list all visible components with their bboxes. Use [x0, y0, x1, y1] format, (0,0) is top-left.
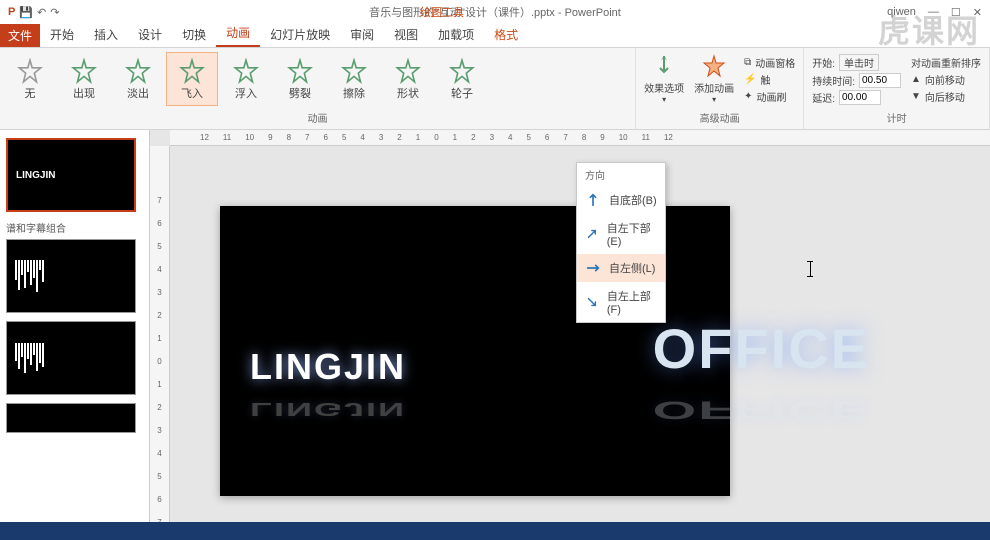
effect-options-dropdown: 方向 自底部(B)自左下部(E)自左侧(L)自左上部(F) — [576, 162, 666, 323]
duration-label: 持续时间: — [812, 73, 855, 88]
effect-options-icon — [652, 54, 676, 78]
tab-slideshow[interactable]: 幻灯片放映 — [260, 22, 340, 47]
animation-option[interactable]: 形状 — [382, 52, 434, 106]
star-icon — [340, 57, 368, 85]
tab-format[interactable]: 格式 — [484, 22, 528, 47]
animation-option[interactable]: 无 — [4, 52, 56, 106]
start-label: 开始: — [812, 55, 835, 70]
maximize-icon[interactable]: ☐ — [951, 6, 961, 19]
animation-option[interactable]: 淡出 — [112, 52, 164, 106]
star-icon — [178, 57, 206, 85]
slide-thumbnail[interactable]: LINGJIN — [6, 138, 136, 212]
undo-icon[interactable]: ↶ — [37, 6, 46, 19]
close-icon[interactable]: ✕ — [973, 6, 982, 19]
slide-thumbnail-panel[interactable]: LINGJIN 谱和字幕组合 — [0, 130, 150, 522]
animation-option[interactable]: 擦除 — [328, 52, 380, 106]
animation-option[interactable]: 劈裂 — [274, 52, 326, 106]
animation-painter-button[interactable]: ✦ 动画刷 — [744, 89, 795, 104]
delay-label: 延迟: — [812, 90, 835, 105]
slide-text-office[interactable]: OFFICE — [653, 316, 870, 381]
animation-pane-button[interactable]: ⧉ 动画窗格 — [744, 55, 795, 70]
save-icon[interactable]: 💾 — [19, 6, 33, 19]
tab-transitions[interactable]: 切换 — [172, 22, 216, 47]
dropdown-item[interactable]: 自左侧(L) — [577, 254, 665, 282]
tab-addins[interactable]: 加载项 — [428, 22, 484, 47]
redo-icon[interactable]: ↷ — [50, 6, 59, 19]
star-icon — [394, 57, 422, 85]
horizontal-ruler: 1211109876543210123456789101112 — [170, 130, 990, 146]
star-icon — [124, 57, 152, 85]
minimize-icon[interactable]: — — [928, 6, 939, 18]
dropdown-item[interactable]: 自底部(B) — [577, 186, 665, 214]
dropdown-item[interactable]: 自左下部(E) — [577, 214, 665, 254]
slide-text-lingjin[interactable]: LINGJIN — [250, 346, 406, 388]
duration-input[interactable] — [859, 73, 901, 88]
tab-insert[interactable]: 插入 — [84, 22, 128, 47]
bars-graphic — [15, 260, 44, 292]
slide-editor[interactable]: 1211109876543210123456789101112 76543210… — [150, 130, 990, 522]
qat: P 💾 ↶ ↷ — [0, 6, 59, 19]
tab-review[interactable]: 审阅 — [340, 22, 384, 47]
text-cursor — [810, 261, 811, 277]
star-icon — [286, 57, 314, 85]
arrow-up-icon — [585, 192, 601, 208]
arrow-upright-icon — [585, 226, 599, 242]
star-icon — [232, 57, 260, 85]
slide-thumbnail[interactable] — [6, 403, 136, 433]
title-bar: P 💾 ↶ ↷ 音乐与图形的"互动"设计（课件）.pptx - PowerPoi… — [0, 0, 990, 24]
powerpoint-icon: P — [8, 6, 15, 19]
dropdown-item[interactable]: 自左上部(F) — [577, 282, 665, 322]
slide-thumbnail[interactable] — [6, 239, 136, 313]
contextual-tab-label: 绘图工具 — [420, 4, 464, 20]
animation-option[interactable]: 轮子 — [436, 52, 488, 106]
group-label-advanced: 高级动画 — [640, 108, 799, 127]
group-label-timing: 计时 — [808, 108, 985, 127]
trigger-button[interactable]: ⚡ 触 — [744, 72, 795, 87]
arrow-downright-icon — [585, 294, 599, 310]
dropdown-header: 方向 — [577, 163, 665, 186]
animation-option[interactable]: 飞入 — [166, 52, 218, 106]
star-icon — [448, 57, 476, 85]
reorder-label: 对动画重新排序 — [911, 55, 981, 70]
ribbon-tabs: 文件 开始 插入 设计 切换 动画 幻灯片放映 审阅 视图 加载项 格式 — [0, 24, 990, 48]
delay-input[interactable] — [839, 90, 881, 105]
star-icon — [70, 57, 98, 85]
star-icon — [16, 57, 44, 85]
bars-graphic — [15, 343, 44, 373]
ribbon: 无出现淡出飞入浮入劈裂擦除形状轮子 动画 效果选项 ▾ 添加动画 ▾ ⧉ 动画窗… — [0, 48, 990, 130]
animation-option[interactable]: 浮入 — [220, 52, 272, 106]
group-label-animation: 动画 — [4, 108, 631, 127]
effect-options-button[interactable]: 效果选项 ▾ — [640, 50, 688, 108]
arrow-right-icon — [585, 260, 601, 276]
user-name[interactable]: qiwen — [887, 6, 916, 18]
file-tab[interactable]: 文件 — [0, 23, 40, 47]
workspace: LINGJIN 谱和字幕组合 1211109876543210123456789… — [0, 130, 990, 522]
animation-option[interactable]: 出现 — [58, 52, 110, 106]
window-title: 音乐与图形的"互动"设计（课件）.pptx - PowerPoint — [369, 4, 621, 20]
move-later-button[interactable]: ▼ 向后移动 — [911, 89, 981, 104]
thumb-text: LINGJIN — [16, 170, 55, 181]
tab-design[interactable]: 设计 — [128, 22, 172, 47]
move-earlier-button[interactable]: ▲ 向前移动 — [911, 72, 981, 87]
status-bar — [0, 522, 990, 540]
tab-view[interactable]: 视图 — [384, 22, 428, 47]
slide-thumbnail[interactable] — [6, 321, 136, 395]
section-label: 谱和字幕组合 — [6, 220, 143, 235]
tab-animations[interactable]: 动画 — [216, 20, 260, 47]
add-animation-icon — [702, 54, 726, 78]
start-value[interactable]: 单击时 — [839, 54, 879, 71]
tab-home[interactable]: 开始 — [40, 22, 84, 47]
vertical-ruler: 765432101234567 — [150, 146, 170, 522]
add-animation-button[interactable]: 添加动画 ▾ — [690, 50, 738, 108]
